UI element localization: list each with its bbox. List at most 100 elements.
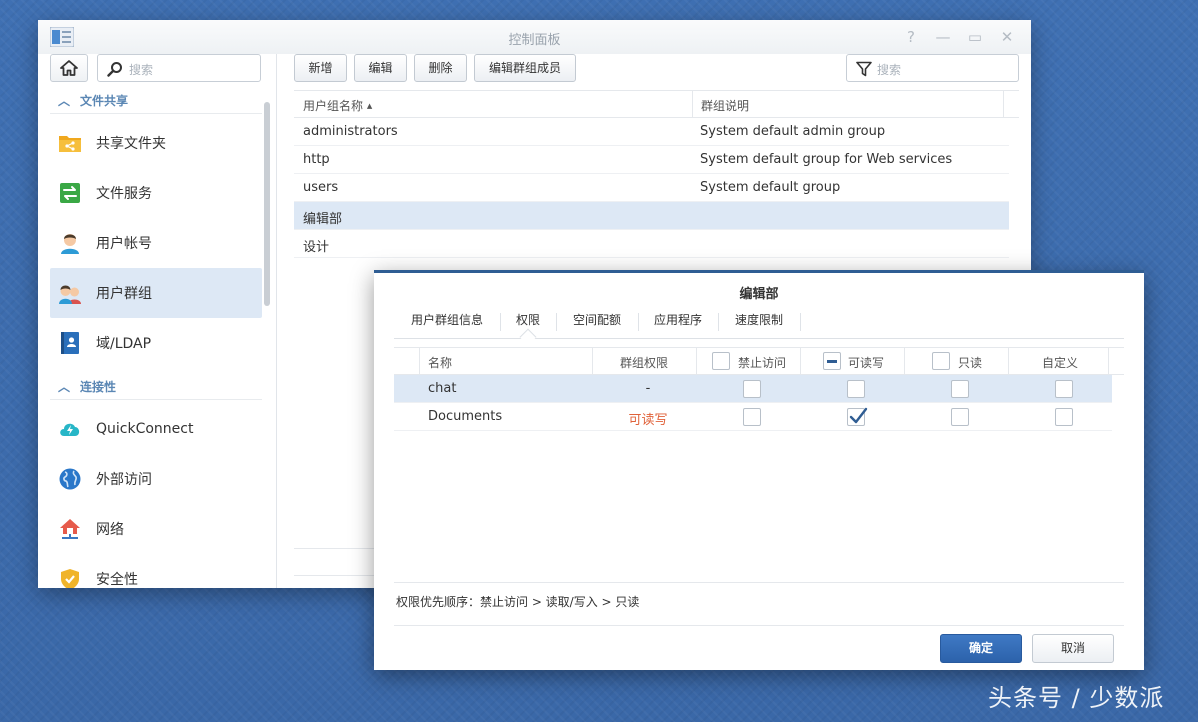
maximize-icon[interactable]: ▭ (964, 26, 986, 48)
quickconnect-icon (60, 423, 80, 436)
table-row[interactable]: http System default group for Web servic… (294, 146, 1009, 174)
tab-speed-limit[interactable]: 速度限制 (718, 305, 800, 338)
sidebar-item-label: 网络 (96, 522, 124, 538)
sidebar-item-shared-folder[interactable]: 共享文件夹 (50, 118, 262, 168)
add-button[interactable]: 新增 (294, 54, 347, 82)
section-title: 连接性 (80, 380, 117, 394)
help-icon[interactable]: ? (900, 26, 922, 48)
column-header-custom[interactable]: 自定义 (1008, 354, 1112, 371)
table-row[interactable]: users System default group (294, 174, 1009, 202)
filter-icon (856, 61, 872, 77)
column-separator (904, 348, 905, 374)
column-header-name[interactable]: 名称 (428, 354, 452, 371)
permissions-footer-line (394, 582, 1124, 583)
tabs-underline (394, 338, 1124, 339)
group-search-input[interactable]: 搜索 (846, 54, 1019, 82)
custom-checkbox[interactable] (1055, 408, 1073, 426)
no-access-header-checkbox[interactable] (712, 352, 730, 370)
table-row[interactable]: 设计 (294, 230, 1009, 258)
column-header-read-only: 只读 (958, 356, 983, 370)
sidebar-item-user-group[interactable]: 用户群组 (50, 268, 262, 318)
home-button[interactable] (50, 54, 88, 82)
table-row[interactable]: administrators System default admin grou… (294, 118, 1009, 146)
sidebar-item-user-account[interactable]: 用户帐号 (50, 218, 262, 268)
group-name-cell: http (303, 152, 330, 167)
edit-group-members-button[interactable]: 编辑群组成员 (474, 54, 576, 82)
minimize-icon[interactable]: — (932, 26, 954, 48)
dialog-title: 编辑部 (739, 287, 779, 302)
sort-ascending-icon: ▲ (366, 102, 373, 110)
column-separator[interactable] (692, 91, 693, 117)
external-access-icon (59, 468, 81, 490)
section-file-sharing[interactable]: ︿ 文件共享 (58, 92, 128, 110)
permission-row[interactable]: chat - (394, 375, 1112, 403)
sidebar-divider (276, 54, 277, 588)
column-separator (696, 348, 697, 374)
checkmark-icon (849, 407, 868, 424)
group-description-cell: System default admin group (700, 124, 886, 139)
sidebar-item-label: 用户帐号 (96, 236, 152, 252)
column-separator (419, 348, 420, 374)
sidebar-item-quickconnect[interactable]: QuickConnect (50, 404, 262, 454)
permission-priority-note: 权限优先顺序：禁止访问 > 读取/写入 > 只读 (396, 595, 640, 609)
no-access-checkbox[interactable] (743, 380, 761, 398)
table-header: 用户组名称 ▲ 群组说明 (294, 90, 1019, 118)
section-connectivity[interactable]: ︿ 连接性 (58, 378, 116, 396)
user-group-icon (59, 285, 81, 304)
group-name-cell: 设计 (303, 240, 330, 255)
column-separator (1108, 348, 1109, 374)
column-header-group-permission[interactable]: 群组权限 (592, 354, 696, 371)
sidebar-scrollbar[interactable] (264, 102, 270, 306)
permission-row[interactable]: Documents 可读写 (394, 403, 1112, 431)
column-separator[interactable] (1003, 91, 1004, 117)
tab-group-info[interactable]: 用户群组信息 (394, 305, 500, 338)
sidebar-item-label: QuickConnect (96, 421, 194, 437)
cancel-button[interactable]: 取消 (1032, 634, 1114, 663)
read-write-checkbox[interactable] (847, 407, 868, 426)
sidebar-item-network[interactable]: 网络 (50, 504, 262, 554)
permissions-table-header: 名称 群组权限 禁止访问 可读写 只读 自定义 (394, 347, 1124, 375)
column-header-description[interactable]: 群组说明 (701, 97, 749, 114)
sidebar-search-input[interactable]: 搜索 (97, 54, 261, 82)
sidebar-item-file-services[interactable]: 文件服务 (50, 168, 262, 218)
window-title: 控制面板 (508, 33, 561, 48)
table-row-selected[interactable]: 编辑部 (294, 202, 1009, 230)
chevron-up-icon: ︿ (58, 380, 71, 394)
edit-button[interactable]: 编辑 (354, 54, 407, 82)
close-icon[interactable]: ✕ (996, 26, 1018, 48)
sidebar-item-domain-ldap[interactable]: 域/LDAP (50, 318, 262, 368)
sidebar-item-external-access[interactable]: 外部访问 (50, 454, 262, 504)
read-only-checkbox[interactable] (951, 380, 969, 398)
tab-quota[interactable]: 空间配额 (556, 305, 638, 338)
read-only-header-checkbox[interactable] (932, 352, 950, 370)
read-only-checkbox[interactable] (951, 408, 969, 426)
sidebar-item-label: 共享文件夹 (96, 136, 166, 152)
group-description-cell: System default group for Web services (700, 152, 953, 167)
shared-folder-icon (59, 136, 81, 152)
table-footer-line (294, 548, 379, 549)
tab-applications[interactable]: 应用程序 (638, 305, 718, 338)
sidebar-item-label: 用户群组 (96, 286, 152, 302)
sidebar-item-label: 外部访问 (96, 472, 152, 488)
search-icon (107, 62, 122, 77)
column-header-read-write: 可读写 (848, 356, 885, 370)
column-header-group-name[interactable]: 用户组名称 ▲ (303, 97, 372, 114)
read-write-header-checkbox[interactable] (823, 352, 841, 370)
group-name-cell: users (303, 180, 339, 195)
groups-table: 用户组名称 ▲ 群组说明 administrators System defau… (294, 90, 1019, 258)
shield-icon (61, 569, 79, 588)
delete-button[interactable]: 删除 (414, 54, 467, 82)
column-header-no-access: 禁止访问 (738, 356, 787, 370)
chevron-up-icon: ︿ (58, 94, 71, 108)
custom-checkbox[interactable] (1055, 380, 1073, 398)
ok-button[interactable]: 确定 (940, 634, 1022, 663)
tab-separator (800, 313, 801, 331)
no-access-checkbox[interactable] (743, 408, 761, 426)
window-titlebar[interactable]: 控制面板 ? — ▭ ✕ (38, 20, 1031, 54)
read-write-checkbox[interactable] (847, 380, 865, 398)
group-name-cell: administrators (303, 124, 398, 139)
sidebar-item-label: 域/LDAP (96, 336, 152, 352)
file-services-icon (60, 183, 80, 203)
column-separator (800, 348, 801, 374)
sidebar-item-security[interactable]: 安全性 (50, 554, 262, 588)
